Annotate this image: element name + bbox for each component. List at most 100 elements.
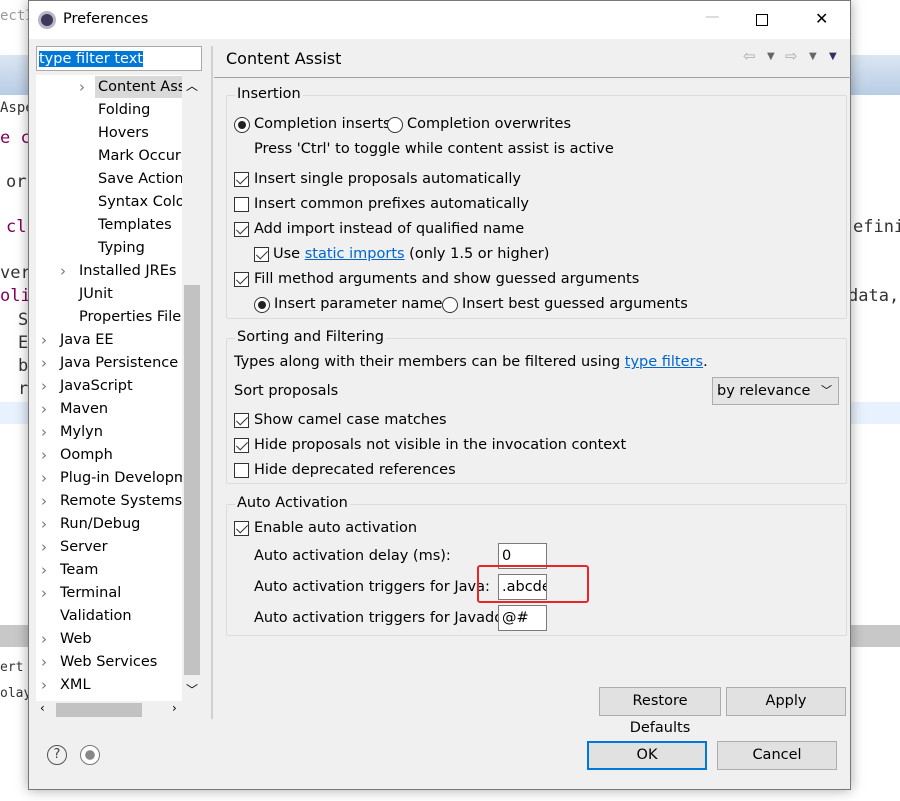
ok-button[interactable]: OK xyxy=(587,741,707,770)
chevron-right-icon[interactable]: › xyxy=(41,490,47,512)
static-imports-checkbox[interactable] xyxy=(254,247,269,262)
scroll-down-icon[interactable]: ﹀ xyxy=(186,681,198,698)
restore-defaults-button[interactable]: Restore Defaults xyxy=(599,687,721,736)
help-icon[interactable]: ? xyxy=(47,745,67,765)
tree-vertical-scrollbar[interactable]: ︿ ﹀ xyxy=(182,75,202,701)
tree-item[interactable]: Save Actions xyxy=(95,168,194,190)
chevron-right-icon[interactable]: › xyxy=(41,651,47,673)
tree-item-label: Remote Systems xyxy=(60,493,183,509)
tree-item-label: Validation xyxy=(60,608,132,624)
tree-item[interactable]: › Java EE xyxy=(41,329,117,351)
tree-item[interactable]: Hovers xyxy=(95,122,152,144)
tree-item[interactable]: › Java Persistence xyxy=(41,352,181,374)
chevron-right-icon[interactable]: › xyxy=(41,352,47,374)
tree-item[interactable]: › Server xyxy=(41,536,111,558)
chevron-right-icon[interactable]: › xyxy=(41,329,47,351)
scroll-thumb[interactable] xyxy=(184,285,200,675)
cancel-button[interactable]: Cancel xyxy=(717,741,837,770)
tree-item[interactable]: Typing xyxy=(95,237,148,259)
chevron-right-icon[interactable]: › xyxy=(41,674,47,696)
type-filters-link[interactable]: type filters xyxy=(625,354,703,370)
forward-menu-icon[interactable]: ▼ xyxy=(809,51,817,62)
tree-item-label: Typing xyxy=(98,240,145,256)
sort-proposals-select[interactable]: by relevance ﹀ xyxy=(712,377,839,405)
static-imports-label: Use static imports (only 1.5 or higher) xyxy=(273,246,550,262)
tree-item[interactable]: › Installed JREs xyxy=(60,260,179,282)
back-menu-icon[interactable]: ▼ xyxy=(767,51,775,62)
chevron-right-icon[interactable]: › xyxy=(41,559,47,581)
chevron-right-icon[interactable]: › xyxy=(41,444,47,466)
scroll-up-icon[interactable]: ︿ xyxy=(186,77,198,94)
tree-item[interactable]: › Team xyxy=(41,559,101,581)
select-value: by relevance xyxy=(717,383,811,399)
back-icon[interactable]: ⇦ xyxy=(743,47,756,65)
chevron-right-icon[interactable]: › xyxy=(41,467,47,489)
pane-divider[interactable] xyxy=(211,46,213,719)
chevron-right-icon[interactable]: › xyxy=(41,398,47,420)
forward-icon[interactable]: ⇨ xyxy=(785,47,798,65)
add-import-checkbox[interactable] xyxy=(234,222,249,237)
best-guessed-radio[interactable] xyxy=(442,297,458,313)
highlight-box xyxy=(477,565,589,603)
chevron-right-icon[interactable]: › xyxy=(41,375,47,397)
tree-item[interactable]: › Maven xyxy=(41,398,111,420)
tree-item[interactable]: › Terminal xyxy=(41,582,124,604)
checkbox-label: Hide deprecated references xyxy=(254,462,456,478)
chevron-right-icon[interactable]: › xyxy=(41,582,47,604)
tree-item[interactable]: › Plug-in Development xyxy=(41,467,202,489)
tree-item[interactable]: › Mylyn xyxy=(41,421,106,443)
maximize-button[interactable] xyxy=(756,14,768,26)
ide-text: ver xyxy=(0,263,31,283)
view-menu-icon[interactable]: ▼ xyxy=(829,51,837,62)
filter-input[interactable]: type filter text xyxy=(36,46,202,71)
fill-arguments-checkbox[interactable] xyxy=(234,272,249,287)
chevron-right-icon[interactable]: › xyxy=(79,76,85,98)
preferences-dialog: Preferences — ✕ type filter text › Conten… xyxy=(28,0,851,790)
parameter-names-radio[interactable] xyxy=(254,297,270,313)
tree-item[interactable]: › Web Services xyxy=(41,651,160,673)
tree-item[interactable]: › Run/Debug xyxy=(41,513,143,535)
tree-item[interactable]: › Remote Systems xyxy=(41,490,185,512)
ide-text: E xyxy=(18,333,29,353)
static-imports-link[interactable]: static imports xyxy=(305,246,405,262)
radio-label: Insert parameter names xyxy=(274,296,451,312)
tree-item[interactable]: › Oomph xyxy=(41,444,116,466)
tree-item-label: Maven xyxy=(60,401,109,417)
tree-item-label: Installed JREs xyxy=(79,263,177,279)
apply-button[interactable]: Apply xyxy=(726,687,846,716)
tree-item[interactable]: › JavaScript xyxy=(41,375,136,397)
import-export-icon[interactable] xyxy=(80,745,100,765)
hide-invisible-checkbox[interactable] xyxy=(234,438,249,453)
tree-item[interactable]: Folding xyxy=(95,99,153,121)
single-proposals-checkbox[interactable] xyxy=(234,172,249,187)
close-button[interactable]: ✕ xyxy=(815,9,828,28)
tree-item[interactable]: JUnit xyxy=(76,283,116,305)
chevron-right-icon[interactable]: › xyxy=(41,513,47,535)
tree-item-label: Plug-in Development xyxy=(60,470,202,486)
javadoc-triggers-input[interactable]: @# xyxy=(498,605,547,631)
chevron-right-icon[interactable]: › xyxy=(41,628,47,650)
camel-case-checkbox[interactable] xyxy=(234,413,249,428)
scroll-thumb[interactable] xyxy=(56,703,142,717)
tree-item[interactable]: › Web xyxy=(41,628,95,650)
group-label: Auto Activation xyxy=(235,495,350,511)
tree-item[interactable]: Templates xyxy=(95,214,175,236)
preference-tree: ›Content AssistFoldingHoversMark Occurre… xyxy=(36,75,202,719)
scroll-right-icon[interactable]: › xyxy=(172,701,177,715)
tree-item-label: Hovers xyxy=(98,125,149,141)
tree-horizontal-scrollbar[interactable]: ‹ › xyxy=(36,701,202,719)
completion-inserts-radio[interactable] xyxy=(234,117,250,133)
scroll-left-icon[interactable]: ‹ xyxy=(40,701,45,715)
completion-overwrites-radio[interactable] xyxy=(387,117,403,133)
enable-auto-activation-checkbox[interactable] xyxy=(234,521,249,536)
tree-item[interactable]: › XML xyxy=(41,674,94,696)
hide-deprecated-checkbox[interactable] xyxy=(234,463,249,478)
tree-item[interactable]: Validation xyxy=(57,605,135,627)
common-prefixes-checkbox[interactable] xyxy=(234,197,249,212)
minimize-button[interactable]: — xyxy=(705,9,720,25)
chevron-right-icon[interactable]: › xyxy=(41,421,47,443)
chevron-right-icon[interactable]: › xyxy=(60,260,66,282)
tree-item-label: Folding xyxy=(98,102,151,118)
sort-proposals-label: Sort proposals xyxy=(234,383,339,399)
chevron-right-icon[interactable]: › xyxy=(41,536,47,558)
